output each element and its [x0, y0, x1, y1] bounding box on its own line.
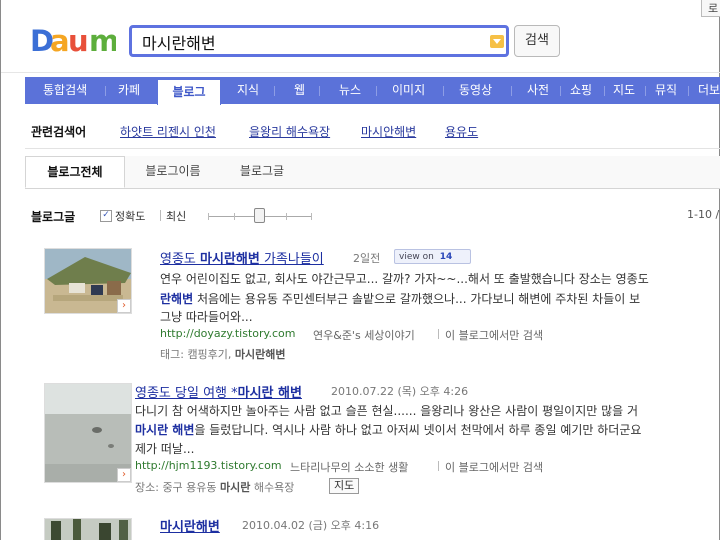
result-tags: 태그: 캠핑후기, 마시란해변 [160, 348, 286, 361]
nav-item-map[interactable]: 지도 [613, 77, 635, 104]
result-title[interactable]: 마시란해변 [160, 516, 220, 535]
nav-divider [688, 86, 689, 96]
category-nav: 통합검색 카페 블로그 지식 웹 뉴스 이미지 동영상 사전 쇼핑 지도 뮤직 … [25, 77, 720, 105]
nav-item-knowledge[interactable]: 지식 [237, 77, 259, 104]
chevron-down-icon[interactable] [490, 35, 504, 48]
nav-item-more[interactable]: 더보 [698, 77, 720, 104]
nav-divider [274, 86, 275, 96]
nav-divider [376, 86, 377, 96]
nav-item-integrated[interactable]: 통합검색 [43, 77, 87, 104]
meta-divider [438, 461, 439, 471]
related-searches-title: 관련검색어 [31, 125, 87, 139]
corner-button[interactable]: 로 [701, 0, 720, 17]
option-divider [160, 210, 161, 221]
nav-divider [105, 86, 106, 96]
accuracy-label[interactable]: 정확도 [115, 208, 145, 224]
tab-blog-all[interactable]: 블로그전체 [25, 156, 125, 188]
nav-divider [443, 86, 444, 96]
nav-item-music[interactable]: 뮤직 [655, 77, 677, 104]
nav-item-image[interactable]: 이미지 [392, 77, 425, 104]
search-box [129, 25, 509, 57]
result-url[interactable]: http://doyazy.tistory.com [160, 327, 295, 340]
slider-tick [286, 213, 287, 220]
nav-item-video[interactable]: 동영상 [459, 77, 492, 104]
related-link[interactable]: 용유도 [445, 123, 478, 140]
tab-blog-name[interactable]: 블로그이름 [133, 156, 213, 188]
sort-slider-handle[interactable] [254, 208, 265, 223]
slider-tick [208, 213, 209, 220]
nav-item-cafe[interactable]: 카페 [118, 77, 140, 104]
svg-text:a: a [50, 24, 70, 58]
result-title[interactable]: 영종도 마시란해변 가족나들이 [160, 248, 324, 267]
arrow-right-icon[interactable]: › [117, 299, 131, 313]
blog-name-link[interactable]: 연우&준's 세상이야기 [313, 327, 415, 343]
nav-item-blog[interactable]: 블로그 [157, 79, 221, 105]
related-divider [25, 148, 720, 149]
slider-tick [311, 213, 312, 220]
search-in-blog-link[interactable]: 이 블로그에서만 검색 [445, 459, 543, 475]
result-snippet: 그냥 따라들어와... [160, 310, 253, 324]
result-snippet: 다니기 참 어색하지만 놀아주는 사람 없고 슬픈 현실...... 을왕리나 … [135, 404, 639, 418]
result-snippet: 제가 떠날... [135, 442, 195, 456]
result-date: 2일전 [353, 252, 381, 265]
result-place: 장소: 중구 용유동 마시란 해수욕장 [135, 481, 295, 494]
viewon-badge[interactable]: view on 14 [394, 249, 471, 264]
accuracy-checkbox[interactable]: ✓ [100, 210, 112, 222]
tab-blog-post[interactable]: 블로그글 [225, 156, 299, 188]
blog-name-link[interactable]: 느타리나무의 소소한 생활 [290, 459, 408, 475]
search-input[interactable] [142, 32, 482, 52]
slider-tick [234, 213, 235, 220]
search-button[interactable]: 검색 [514, 25, 560, 57]
svg-text:u: u [68, 24, 89, 58]
nav-item-web[interactable]: 웹 [294, 77, 305, 104]
blog-tabs: 블로그전체 블로그이름 블로그글 [25, 156, 720, 189]
daum-logo[interactable]: D a u m [30, 24, 116, 58]
nav-divider [511, 86, 512, 96]
result-title[interactable]: 영종도 당일 여행 *마시란 해변 [135, 382, 302, 401]
section-title: 블로그글 [31, 210, 76, 224]
recent-label[interactable]: 최신 [166, 208, 186, 224]
related-link[interactable]: 하얏트 리젠시 인천 [120, 123, 216, 140]
page-info: 1-10 / [687, 208, 720, 221]
header-divider [1, 72, 720, 73]
nav-item-dictionary[interactable]: 사전 [527, 77, 549, 104]
svg-text:m: m [89, 24, 116, 58]
related-link[interactable]: 을왕리 해수욕장 [249, 123, 330, 140]
nav-item-shopping[interactable]: 쇼핑 [570, 77, 592, 104]
nav-item-news[interactable]: 뉴스 [339, 77, 361, 104]
window-frame-left [0, 0, 1, 540]
result-url[interactable]: http://hjm1193.tistory.com [135, 459, 282, 472]
result-date: 2010.04.02 (금) 오후 4:16 [242, 519, 380, 532]
result-date: 2010.07.22 (목) 오후 4:26 [331, 385, 469, 398]
arrow-right-icon[interactable]: › [117, 468, 131, 482]
nav-divider [319, 86, 320, 96]
result-thumbnail[interactable] [44, 518, 132, 540]
result-snippet: 마시란 해변을 들렀답니다. 역시나 사람 하나 없고 아저씨 넷이서 천막에서… [135, 423, 642, 437]
result-snippet: 란해변 처음에는 용유동 주민센터부근 솔밭으로 갈까했으나... 가다보니 해… [160, 292, 641, 306]
result-thumbnail[interactable]: › [44, 248, 132, 314]
forest-photo [45, 519, 131, 540]
meta-divider [438, 329, 439, 339]
map-button[interactable]: 지도 [329, 478, 360, 494]
result-snippet: 연우 어린이집도 없고, 회사도 야간근무고... 갈까? 가자~~...해서 … [160, 272, 649, 286]
result-thumbnail[interactable]: › [44, 383, 132, 483]
nav-divider [604, 86, 605, 96]
nav-divider [645, 86, 646, 96]
search-in-blog-link[interactable]: 이 블로그에서만 검색 [445, 327, 543, 343]
related-link[interactable]: 마시안해변 [361, 123, 416, 140]
nav-divider [560, 86, 561, 96]
